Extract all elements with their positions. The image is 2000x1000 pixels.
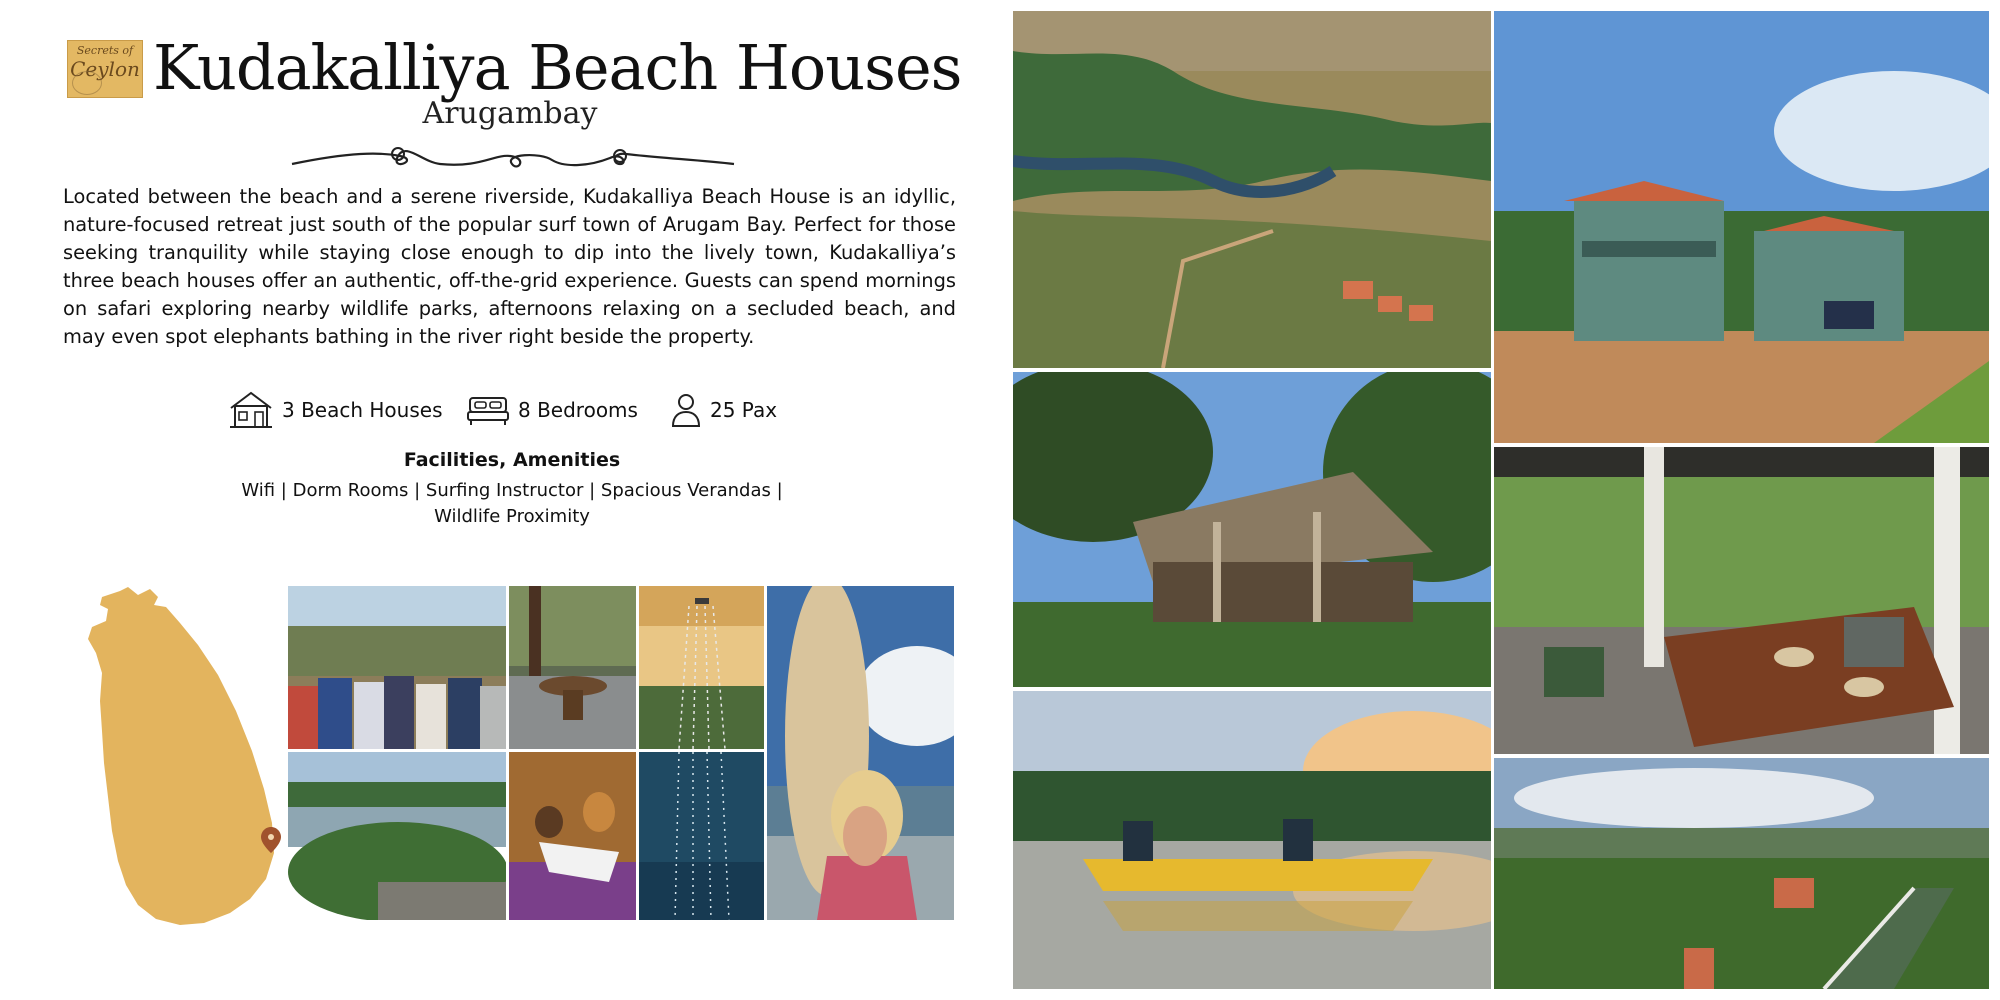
photo-aerial-houses-canopy [1494, 758, 1989, 989]
secrets-of-ceylon-logo: Secrets of Ceylon [67, 40, 143, 98]
stat-beach-houses: 3 Beach Houses [228, 388, 443, 432]
facilities-title: Facilities, Amenities [403, 449, 621, 471]
photo-beach-house-exterior [1494, 11, 1989, 443]
stat-label: 3 Beach Houses [282, 398, 443, 422]
stat-bedrooms: 8 Bedrooms [466, 388, 638, 432]
logo-stamp-icon [72, 71, 102, 95]
photo-wooden-villa-trees [1013, 372, 1491, 687]
property-description: Located between the beach and a serene r… [63, 185, 956, 348]
facilities-list: Wifi | Dorm Rooms | Surfing Instructor |… [241, 480, 783, 527]
stat-label: 8 Bedrooms [518, 398, 638, 422]
house-icon [230, 391, 272, 428]
stat-label: 25 Pax [710, 398, 778, 422]
photo-surfer-surfboard [767, 586, 954, 920]
property-stats: 3 Beach Houses 8 Bedrooms 25 Pax [224, 388, 824, 432]
property-location: Arugambay [422, 96, 598, 131]
photo-veranda-tea [509, 586, 636, 749]
sri-lanka-map [88, 587, 281, 925]
decorative-flourish-icon [291, 147, 735, 168]
photo-river-viewpoint [288, 752, 506, 920]
person-icon [671, 394, 701, 427]
photo-veranda-dining [1494, 447, 1989, 754]
photo-aerial-river-wetlands [1013, 11, 1491, 368]
stat-pax: 25 Pax [670, 388, 777, 432]
logo-line-1: Secrets of [76, 44, 134, 57]
photo-yoga-session [509, 752, 636, 920]
photo-shower-water [639, 752, 764, 920]
photo-yoga-group [288, 586, 506, 749]
bed-icon [467, 397, 509, 425]
photo-canoe-sunset-lagoon [1013, 691, 1491, 989]
photo-rain-shower-sunset [639, 586, 764, 749]
